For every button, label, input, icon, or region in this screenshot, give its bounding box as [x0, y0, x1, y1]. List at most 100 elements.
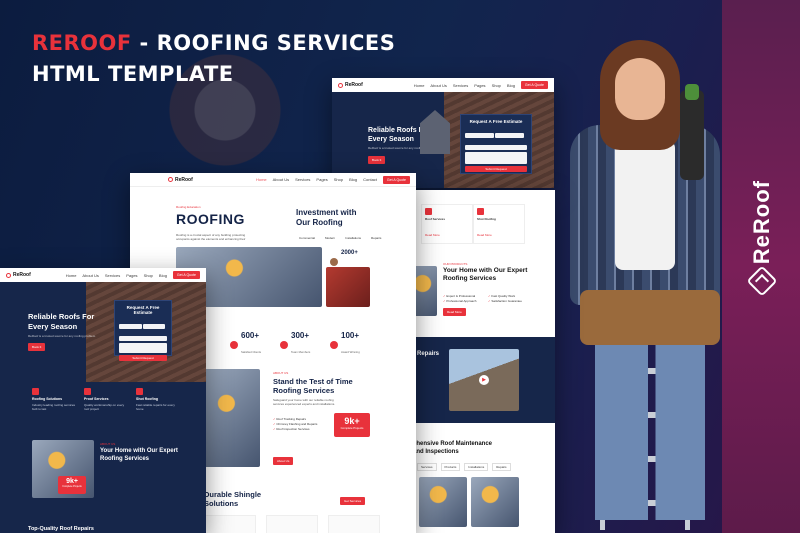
tab-products[interactable]: Products [440, 463, 461, 471]
drill-icon [680, 90, 704, 180]
nav-blog[interactable]: Blog [159, 273, 167, 278]
service-card-title: Roof Services [425, 217, 446, 221]
nav-home[interactable]: Home [414, 83, 425, 88]
service-card[interactable]: Shot Roofing Read More [473, 204, 525, 244]
stat-icon [330, 340, 338, 349]
service-tile[interactable] [204, 515, 256, 533]
about-text: Safeguard your home with our reliable ro… [273, 398, 336, 406]
service-tile[interactable] [266, 515, 318, 533]
tab-modern[interactable]: Modern [322, 235, 338, 241]
about-us-button[interactable]: About Us [273, 457, 294, 465]
house-diamond-icon [746, 265, 778, 297]
play-icon[interactable]: ▶ [479, 375, 489, 385]
maintenance-tabs: Services Products Installations Repairs [417, 463, 511, 471]
feature-item: Satisfaction Guarantee [488, 299, 522, 303]
avatar-group [330, 258, 338, 266]
nav-contact[interactable]: Contact [363, 177, 377, 182]
name-field[interactable] [465, 133, 495, 138]
nav-blog[interactable]: Blog [349, 177, 357, 182]
top-book-button[interactable]: Book It [368, 156, 386, 164]
service-column[interactable]: Shot Roofing Fast reliable repairs for ev… [136, 388, 182, 411]
read-more-link[interactable]: Read More [477, 233, 521, 237]
left-home-tag: ABOUT US [100, 442, 116, 446]
read-more-link[interactable]: Read More [425, 233, 469, 237]
phone-field[interactable] [119, 336, 167, 341]
side-logo: ReRoof [742, 180, 782, 320]
nav-home[interactable]: Home [66, 273, 77, 278]
get-quote-button[interactable]: Get A Quote [172, 271, 200, 279]
screen-left-hero: ReRoof Home About Us Services Pages Shop… [0, 268, 206, 533]
side-logo-text: ReRoof [749, 180, 774, 265]
project-image [419, 477, 467, 527]
breadcrumb: Roofing Education [176, 205, 201, 209]
tab-commercial[interactable]: Commercial [296, 235, 318, 241]
nav-shop[interactable]: Shop [144, 273, 153, 278]
roof-worker-image [204, 369, 260, 467]
nav-pages[interactable]: Pages [126, 273, 137, 278]
tab-services[interactable]: Services [417, 463, 437, 471]
get-quote-button[interactable]: Get A Quote [520, 81, 548, 89]
nav-services[interactable]: Services [105, 273, 120, 278]
get-quote-button[interactable]: Get A Quote [382, 175, 410, 184]
email-field[interactable] [495, 133, 525, 138]
hero-brand: REROOF [32, 31, 132, 55]
tab-repairs[interactable]: Repairs [492, 463, 511, 471]
top-submit-button[interactable]: Submit Request [465, 166, 527, 172]
name-field[interactable] [119, 324, 142, 329]
left-logo[interactable]: ReRoof [6, 272, 31, 278]
stat-label: Team Members [291, 350, 311, 354]
nav-pages[interactable]: Pages [316, 177, 327, 182]
main-logo[interactable]: ReRoof [168, 177, 193, 183]
service-column[interactable]: Roofing Solutions Industry leading roofin… [32, 388, 78, 411]
nav-home[interactable]: Home [256, 177, 267, 182]
drill-tip-icon [685, 84, 699, 100]
stat-label: Award Winning [341, 350, 360, 354]
tab-installations[interactable]: Installations [342, 235, 364, 241]
top-estimate-form: Request A Free Estimate Submit Request [460, 114, 532, 174]
nav-shop[interactable]: Shop [334, 177, 343, 182]
email-field[interactable] [142, 324, 166, 329]
nav-pages[interactable]: Pages [474, 83, 485, 88]
nav-about[interactable]: About Us [430, 83, 446, 88]
tab-installations[interactable]: Installations [464, 463, 489, 471]
top-form-title: Request A Free Estimate [469, 119, 523, 124]
left-book-button[interactable]: Book It [28, 343, 46, 351]
service-tile[interactable] [328, 515, 380, 533]
feature-item: Professional Approach [443, 299, 476, 303]
service-column[interactable]: Proof Services Quality workmanship on eve… [84, 388, 130, 411]
nav-about[interactable]: About Us [82, 273, 98, 278]
nav-services[interactable]: Services [453, 83, 468, 88]
left-bottom-heading: Top-Quality Roof Repairs [28, 526, 94, 532]
get-services-button[interactable]: Get Services [340, 497, 366, 505]
stat-value: 100+ [341, 331, 360, 340]
message-field[interactable] [119, 343, 167, 353]
phone-field[interactable] [465, 145, 527, 150]
model-face [615, 58, 665, 120]
left-submit-button[interactable]: Submit Request [119, 355, 167, 361]
logo-icon [338, 82, 343, 88]
tab-repairs[interactable]: Repairs [368, 235, 384, 241]
main-nav: ReRoof Home About Us Services Pages Shop… [130, 173, 416, 187]
stat-icon [280, 340, 288, 349]
top-logo[interactable]: ReRoof [338, 82, 363, 88]
left-estimate-form: Request A Free Estimate Submit Request [114, 300, 172, 361]
red-roof-image [326, 267, 370, 307]
clients-count: 2000+ [341, 250, 358, 256]
stat-item: 600+ Satisfied Clients [230, 331, 261, 358]
repairs-section: Repairs ▶ [413, 337, 555, 423]
nav-services[interactable]: Services [295, 177, 310, 182]
service-card[interactable]: Roof Services Read More [421, 204, 473, 244]
stat-icon [230, 340, 238, 349]
proof-services-icon [84, 388, 91, 395]
message-field[interactable] [465, 152, 527, 164]
shingle-heading: Durable Shingle Solutions [204, 490, 262, 508]
intro-text: Roofing is a crucial aspect of any build… [176, 233, 246, 241]
shot-roofing-icon [136, 388, 143, 395]
home-read-more-button[interactable]: Read More [443, 308, 466, 316]
nav-blog[interactable]: Blog [507, 83, 515, 88]
nav-about[interactable]: About Us [273, 177, 289, 182]
stat-item: 100+ Award Winning [330, 331, 360, 358]
check-item: Chimney Flashing and Repairs [273, 422, 317, 426]
nav-shop[interactable]: Shop [492, 83, 501, 88]
logo-icon [168, 177, 173, 182]
